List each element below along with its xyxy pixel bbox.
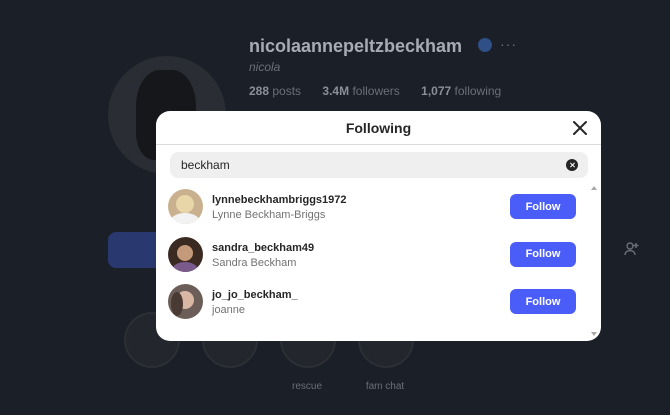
modal-title: Following <box>345 120 412 136</box>
highlight-label: rescue <box>291 381 322 392</box>
username[interactable]: lynnebeckhambriggs1972 <box>212 194 347 206</box>
full-name: Sandra Beckham <box>212 256 297 269</box>
avatar[interactable] <box>168 284 203 319</box>
modal-header: Following <box>156 111 601 145</box>
following-modal: Following lynnebeckhambriggs1972 Lynne B… <box>156 111 601 341</box>
username[interactable]: sandra_beckham49 <box>212 242 314 254</box>
search-field <box>170 152 588 178</box>
scroll-down-arrow-icon[interactable] <box>591 332 597 336</box>
scroll-up-arrow-icon[interactable] <box>591 186 597 190</box>
clear-search-icon[interactable] <box>566 159 578 171</box>
full-name: joanne <box>212 304 246 316</box>
full-name: Lynne Beckham-Briggs <box>212 209 326 221</box>
avatar[interactable] <box>168 189 203 224</box>
list-item[interactable]: sandra_beckham49 Sandra Beckham Follow <box>156 232 601 280</box>
profile-stats: 288 posts 3.4M followers 1,077 following <box>249 84 502 98</box>
profile-display-name: nicola <box>249 60 281 74</box>
list-item[interactable]: jo_jo_beckham_ joanne Follow <box>156 279 601 327</box>
search-input[interactable] <box>170 152 550 178</box>
close-icon[interactable] <box>571 119 589 137</box>
verified-badge-icon <box>478 38 492 52</box>
profile-username: nicolaannepeltzbeckham <box>249 36 463 56</box>
follow-button[interactable]: Follow <box>510 194 576 219</box>
more-options-icon: ··· <box>500 36 517 52</box>
follow-button[interactable]: Follow <box>510 289 576 314</box>
avatar[interactable] <box>168 236 203 272</box>
add-user-icon <box>624 242 639 256</box>
username[interactable]: jo_jo_beckham_ <box>212 289 298 301</box>
highlight-label: fam chat <box>365 381 405 392</box>
following-list: lynnebeckhambriggs1972 Lynne Beckham-Bri… <box>156 184 601 327</box>
list-item[interactable]: lynnebeckhambriggs1972 Lynne Beckham-Bri… <box>156 184 601 232</box>
follow-button[interactable]: Follow <box>510 241 576 267</box>
